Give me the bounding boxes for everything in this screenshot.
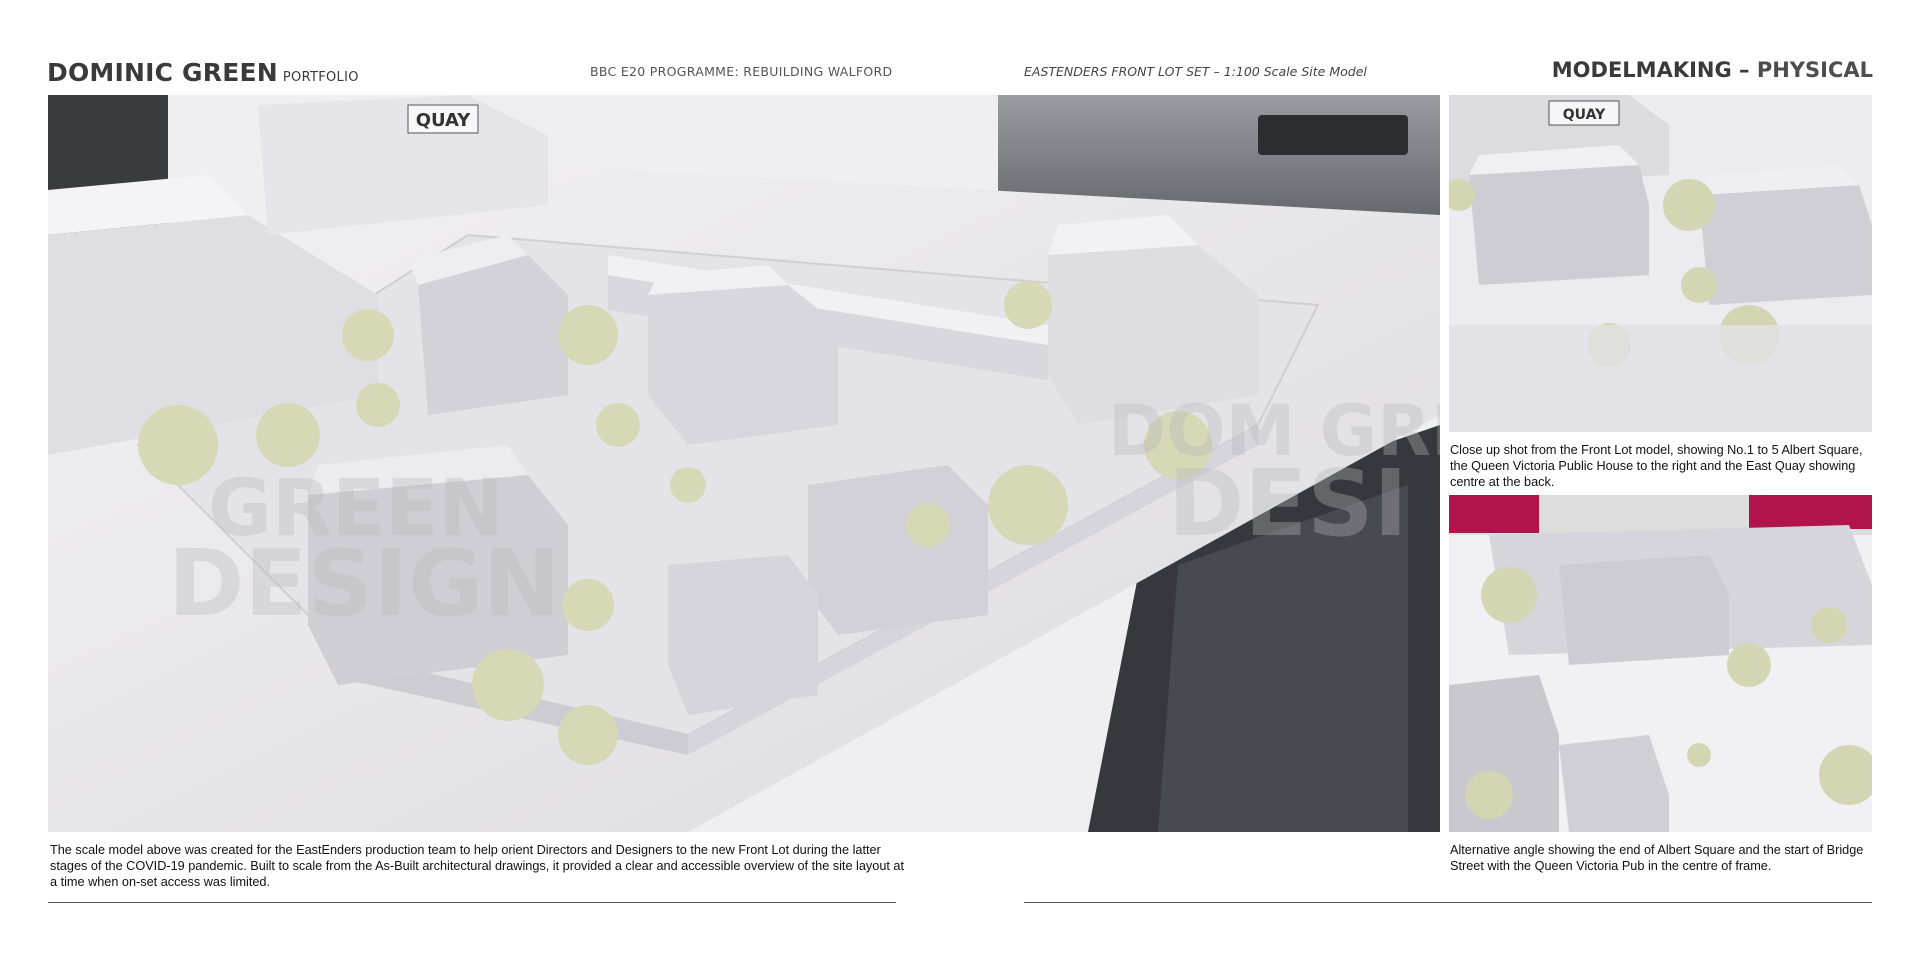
section-title: MODELMAKING – PHYSICAL bbox=[1552, 58, 1873, 82]
divider-left bbox=[48, 902, 896, 903]
set-title: EASTENDERS FRONT LOT SET – 1:100 Scale S… bbox=[1024, 64, 1367, 79]
watermark-bottom-2: DESI bbox=[1168, 450, 1408, 557]
programme-title: BBC E20 PROGRAMME: REBUILDING WALFORD bbox=[590, 64, 893, 79]
alternative-angle-illustration bbox=[1449, 495, 1872, 832]
alternative-angle-photo bbox=[1449, 495, 1872, 832]
section-main: PHYSICAL bbox=[1756, 58, 1873, 82]
closeup-photo-caption: Close up shot from the Front Lot model, … bbox=[1450, 443, 1863, 489]
divider-right bbox=[1024, 902, 1872, 903]
alternative-angle-caption: Alternative angle showing the end of Alb… bbox=[1450, 843, 1864, 873]
section-prefix: MODELMAKING – bbox=[1551, 58, 1757, 82]
portfolio-brand: DOMINIC GREEN PORTFOLIO bbox=[47, 58, 359, 87]
main-model-photo: QUAY GREEN DESIGN DOM GREEN DESI bbox=[48, 95, 1440, 832]
closeup-model-illustration: QUAY bbox=[1449, 95, 1872, 432]
brand-name: DOMINIC GREEN bbox=[47, 58, 278, 87]
watermark-bottom: DESIGN bbox=[168, 530, 560, 637]
closeup-model-photo: QUAY bbox=[1449, 95, 1872, 432]
main-photo-caption: The scale model above was created for th… bbox=[50, 843, 905, 889]
brand-subtitle: PORTFOLIO bbox=[282, 70, 359, 85]
main-model-illustration: QUAY GREEN DESIGN DOM GREEN DESI bbox=[48, 95, 1440, 832]
quay-sign: QUAY bbox=[416, 110, 472, 131]
quay-sign-closeup: QUAY bbox=[1563, 107, 1606, 123]
